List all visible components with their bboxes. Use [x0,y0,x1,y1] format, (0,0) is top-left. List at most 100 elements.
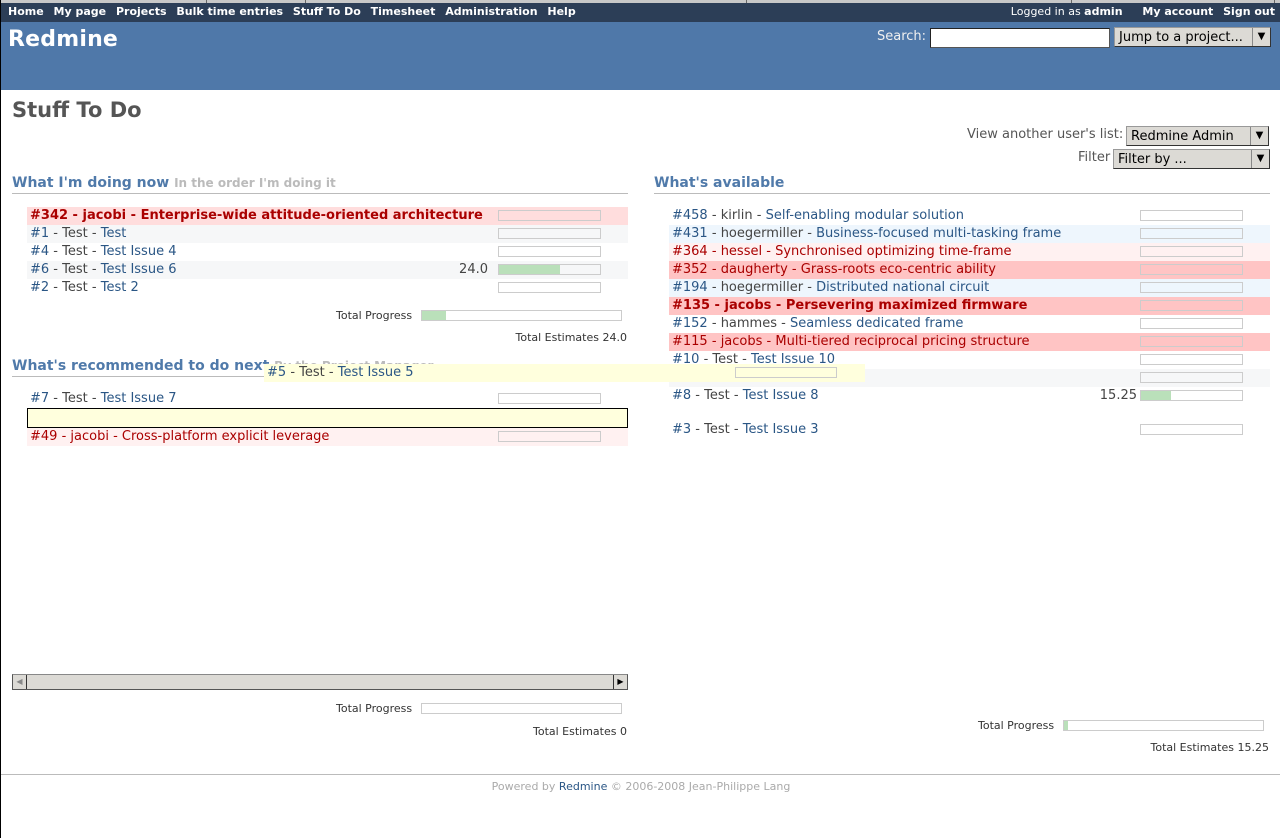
page-title: Stuff To Do [12,98,142,122]
issue-id[interactable]: #3 [672,422,691,437]
issue-row[interactable]: #49 - jacobi - Cross-platform explicit l… [27,428,628,446]
issue-subject[interactable]: Test Issue 3 [743,422,819,437]
issue-project: hoegermiller [720,226,804,241]
total-estimates-label: Total Estimates [515,331,599,344]
issue-project: kirlin [720,208,753,223]
issue-row[interactable]: #458 - kirlin - Self-enabling modular so… [669,207,1270,225]
my-account-link[interactable]: My account [1142,5,1213,18]
issue-row[interactable]: #4 - Test - Test Issue 4 [27,243,628,261]
issue-subject[interactable]: Cross-platform explicit leverage [122,429,330,444]
issue-id[interactable]: #6 [30,262,49,277]
issue-subject[interactable]: Synchronised optimizing time-frame [775,244,1011,259]
issue-subject[interactable]: Enterprise-wide attitude-oriented archit… [141,208,483,223]
issue-subject[interactable]: Distributed national circuit [816,280,989,295]
issue-project: hoegermiller [720,280,804,295]
issue-subject[interactable]: Business-focused multi-tasking frame [816,226,1061,241]
issue-id[interactable]: #8 [672,388,691,403]
issue-progress-bar [1140,246,1243,257]
issue-row[interactable]: #152 - hammes - Seamless dedicated frame [669,315,1270,333]
issue-row[interactable]: #342 - jacobi - Enterprise-wide attitude… [27,207,628,225]
scroll-right-arrow-icon[interactable]: ▶ [613,675,627,689]
menu-projects[interactable]: Projects [116,5,167,18]
issue-id[interactable]: #49 [30,429,57,444]
issue-id[interactable]: #352 [672,262,708,277]
menu-stuff-to-do[interactable]: Stuff To Do [293,5,361,18]
menu-timesheet[interactable]: Timesheet [371,5,436,18]
issue-row[interactable]: #7 - Test - Test Issue 7 [27,390,628,408]
rec-total-estimates: Total Estimates 0 [533,725,627,738]
total-estimates-label: Total Estimates [532,725,617,738]
footer: Powered by Redmine © 2006-2008 Jean-Phil… [1,780,1280,793]
issue-subject[interactable]: Seamless dedicated frame [790,316,963,331]
issue-row[interactable]: #431 - hoegermiller - Business-focused m… [669,225,1270,243]
issue-row[interactable]: #8 - Test - Test Issue 8 15.25 [669,387,1270,405]
scroll-left-arrow-icon[interactable]: ◀ [13,675,27,689]
issue-subject: Test Issue 5 [337,365,414,380]
menu-my-page[interactable]: My page [54,5,107,18]
issue-id[interactable]: #458 [672,208,708,223]
issue-id[interactable]: #2 [30,280,49,295]
view-user-label: View another user's list: [967,127,1124,142]
search-input[interactable] [930,28,1110,48]
issue-progress-bar [735,367,837,378]
menu-administration[interactable]: Administration [445,5,537,18]
issue-project: jacobs [724,298,772,313]
issue-subject[interactable]: Test Issue 4 [101,244,177,259]
issue-subject[interactable]: Multi-tiered reciprocal pricing structur… [775,334,1029,349]
user-list-select[interactable]: Redmine Admin ▼ [1126,126,1269,146]
issue-id[interactable]: #115 [672,334,708,349]
issue-id[interactable]: #194 [672,280,708,295]
issue-subject[interactable]: Test 2 [101,280,139,295]
issue-project: jacobi [82,208,127,223]
issue-progress-bar [1140,264,1243,275]
issue-id[interactable]: #364 [672,244,708,259]
issue-row[interactable]: #1 - Test - Test [27,225,628,243]
issue-row[interactable]: #115 - jacobs - Multi-tiered reciprocal … [669,333,1270,351]
issue-subject[interactable]: Test Issue 6 [101,262,177,277]
issue-subject[interactable]: Test Issue 7 [101,391,177,406]
issue-subject[interactable]: Self-enabling modular solution [766,208,964,223]
issue-subject[interactable]: Test Issue 8 [743,388,819,403]
issue-project: Test [62,280,88,295]
issue-row[interactable]: #352 - daugherty - Grass-roots eco-centr… [669,261,1270,279]
issue-row[interactable]: #135 - jacobs - Persevering maximized fi… [669,297,1270,315]
issue-row[interactable]: #2 - Test - Test 2 [27,279,628,297]
recommended-title: What's recommended to do next [12,358,270,374]
menu-home[interactable]: Home [8,5,44,18]
footer-redmine-link[interactable]: Redmine [559,780,607,793]
dropdown-arrow-icon: ▼ [1250,127,1268,145]
issue-subject[interactable]: Persevering maximized firmware [786,298,1028,313]
issue-project: hammes [720,316,777,331]
issue-id[interactable]: #7 [30,391,49,406]
issue-project: Test [62,244,88,259]
doing-now-heading: What I'm doing now In the order I'm doin… [12,175,628,194]
jump-to-project-select[interactable]: Jump to a project... ▼ [1114,27,1271,47]
issue-row[interactable]: #3 - Test - Test Issue 3 [669,421,1270,439]
header: Redmine Search: [1,22,1280,90]
issue-row[interactable]: #6 - Test - Test Issue 6 24.0 [27,261,628,279]
dragged-issue[interactable]: #5 - Test - Test Issue 5 [264,364,865,382]
issue-id[interactable]: #1 [30,226,49,241]
issue-subject[interactable]: Grass-roots eco-centric ability [801,262,996,277]
horizontal-scrollbar[interactable]: ◀ ▶ [12,674,628,690]
sign-out-link[interactable]: Sign out [1223,5,1275,18]
menu-help[interactable]: Help [547,5,575,18]
logged-in-user[interactable]: admin [1084,5,1122,18]
issue-id[interactable]: #152 [672,316,708,331]
footer-prefix: Powered by [491,780,556,793]
doing-now-subtitle: In the order I'm doing it [174,176,336,190]
available-heading: What's available [654,175,1270,194]
filter-select[interactable]: Filter by ... ▼ [1113,149,1270,169]
issue-subject[interactable]: Test [101,226,127,241]
issue-row[interactable]: #364 - hessel - Synchronised optimizing … [669,243,1270,261]
issue-row[interactable]: #194 - hoegermiller - Distributed nation… [669,279,1270,297]
issue-id[interactable]: #431 [672,226,708,241]
issue-estimate: 15.25 [1099,388,1137,403]
menu-bulk-time-entries[interactable]: Bulk time entries [176,5,283,18]
issue-id[interactable]: #4 [30,244,49,259]
footer-divider [1,774,1280,775]
total-estimates-value: 24.0 [602,331,628,344]
issue-id[interactable]: #342 [30,208,68,223]
progress-fill [422,311,446,320]
issue-id[interactable]: #135 [672,298,710,313]
